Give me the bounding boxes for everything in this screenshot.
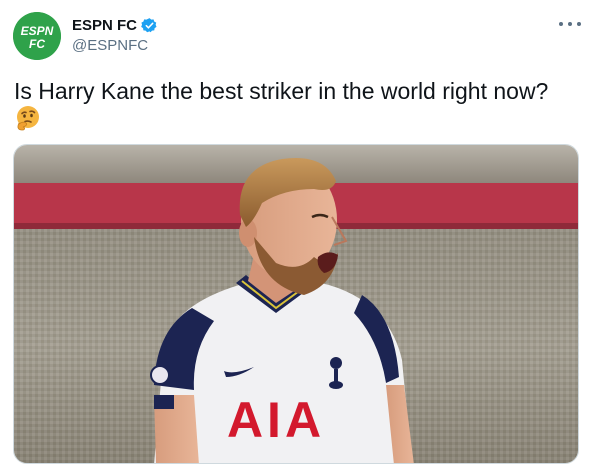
more-dot — [568, 22, 572, 26]
verified-badge-icon — [141, 18, 157, 33]
photo-harry-kane: AIA — [14, 145, 578, 463]
shirt-sponsor: AIA — [227, 392, 325, 448]
sleeve-patch — [154, 395, 174, 409]
display-name[interactable]: ESPN FC — [72, 16, 137, 35]
espn-fc-logo: ESPN FC — [13, 12, 61, 60]
avatar-text-bottom: FC — [29, 37, 45, 51]
avatar[interactable]: ESPN FC — [13, 12, 61, 60]
thinking-face-icon — [17, 106, 39, 131]
author-name-row: ESPN FC — [72, 16, 158, 35]
tweet-text: Is Harry Kane the best striker in the wo… — [14, 78, 549, 104]
tweet-media-image[interactable]: AIA — [13, 144, 579, 464]
more-dot — [559, 22, 563, 26]
league-badge-icon — [150, 365, 170, 385]
tweet-card[interactable]: ESPN FC ESPN FC @ESPNFC Is Harry Kane th… — [0, 0, 600, 473]
avatar-text-top: ESPN — [21, 24, 54, 38]
more-options-icon[interactable] — [559, 14, 581, 34]
more-dot — [577, 22, 581, 26]
handle[interactable]: @ESPNFC — [72, 36, 148, 55]
